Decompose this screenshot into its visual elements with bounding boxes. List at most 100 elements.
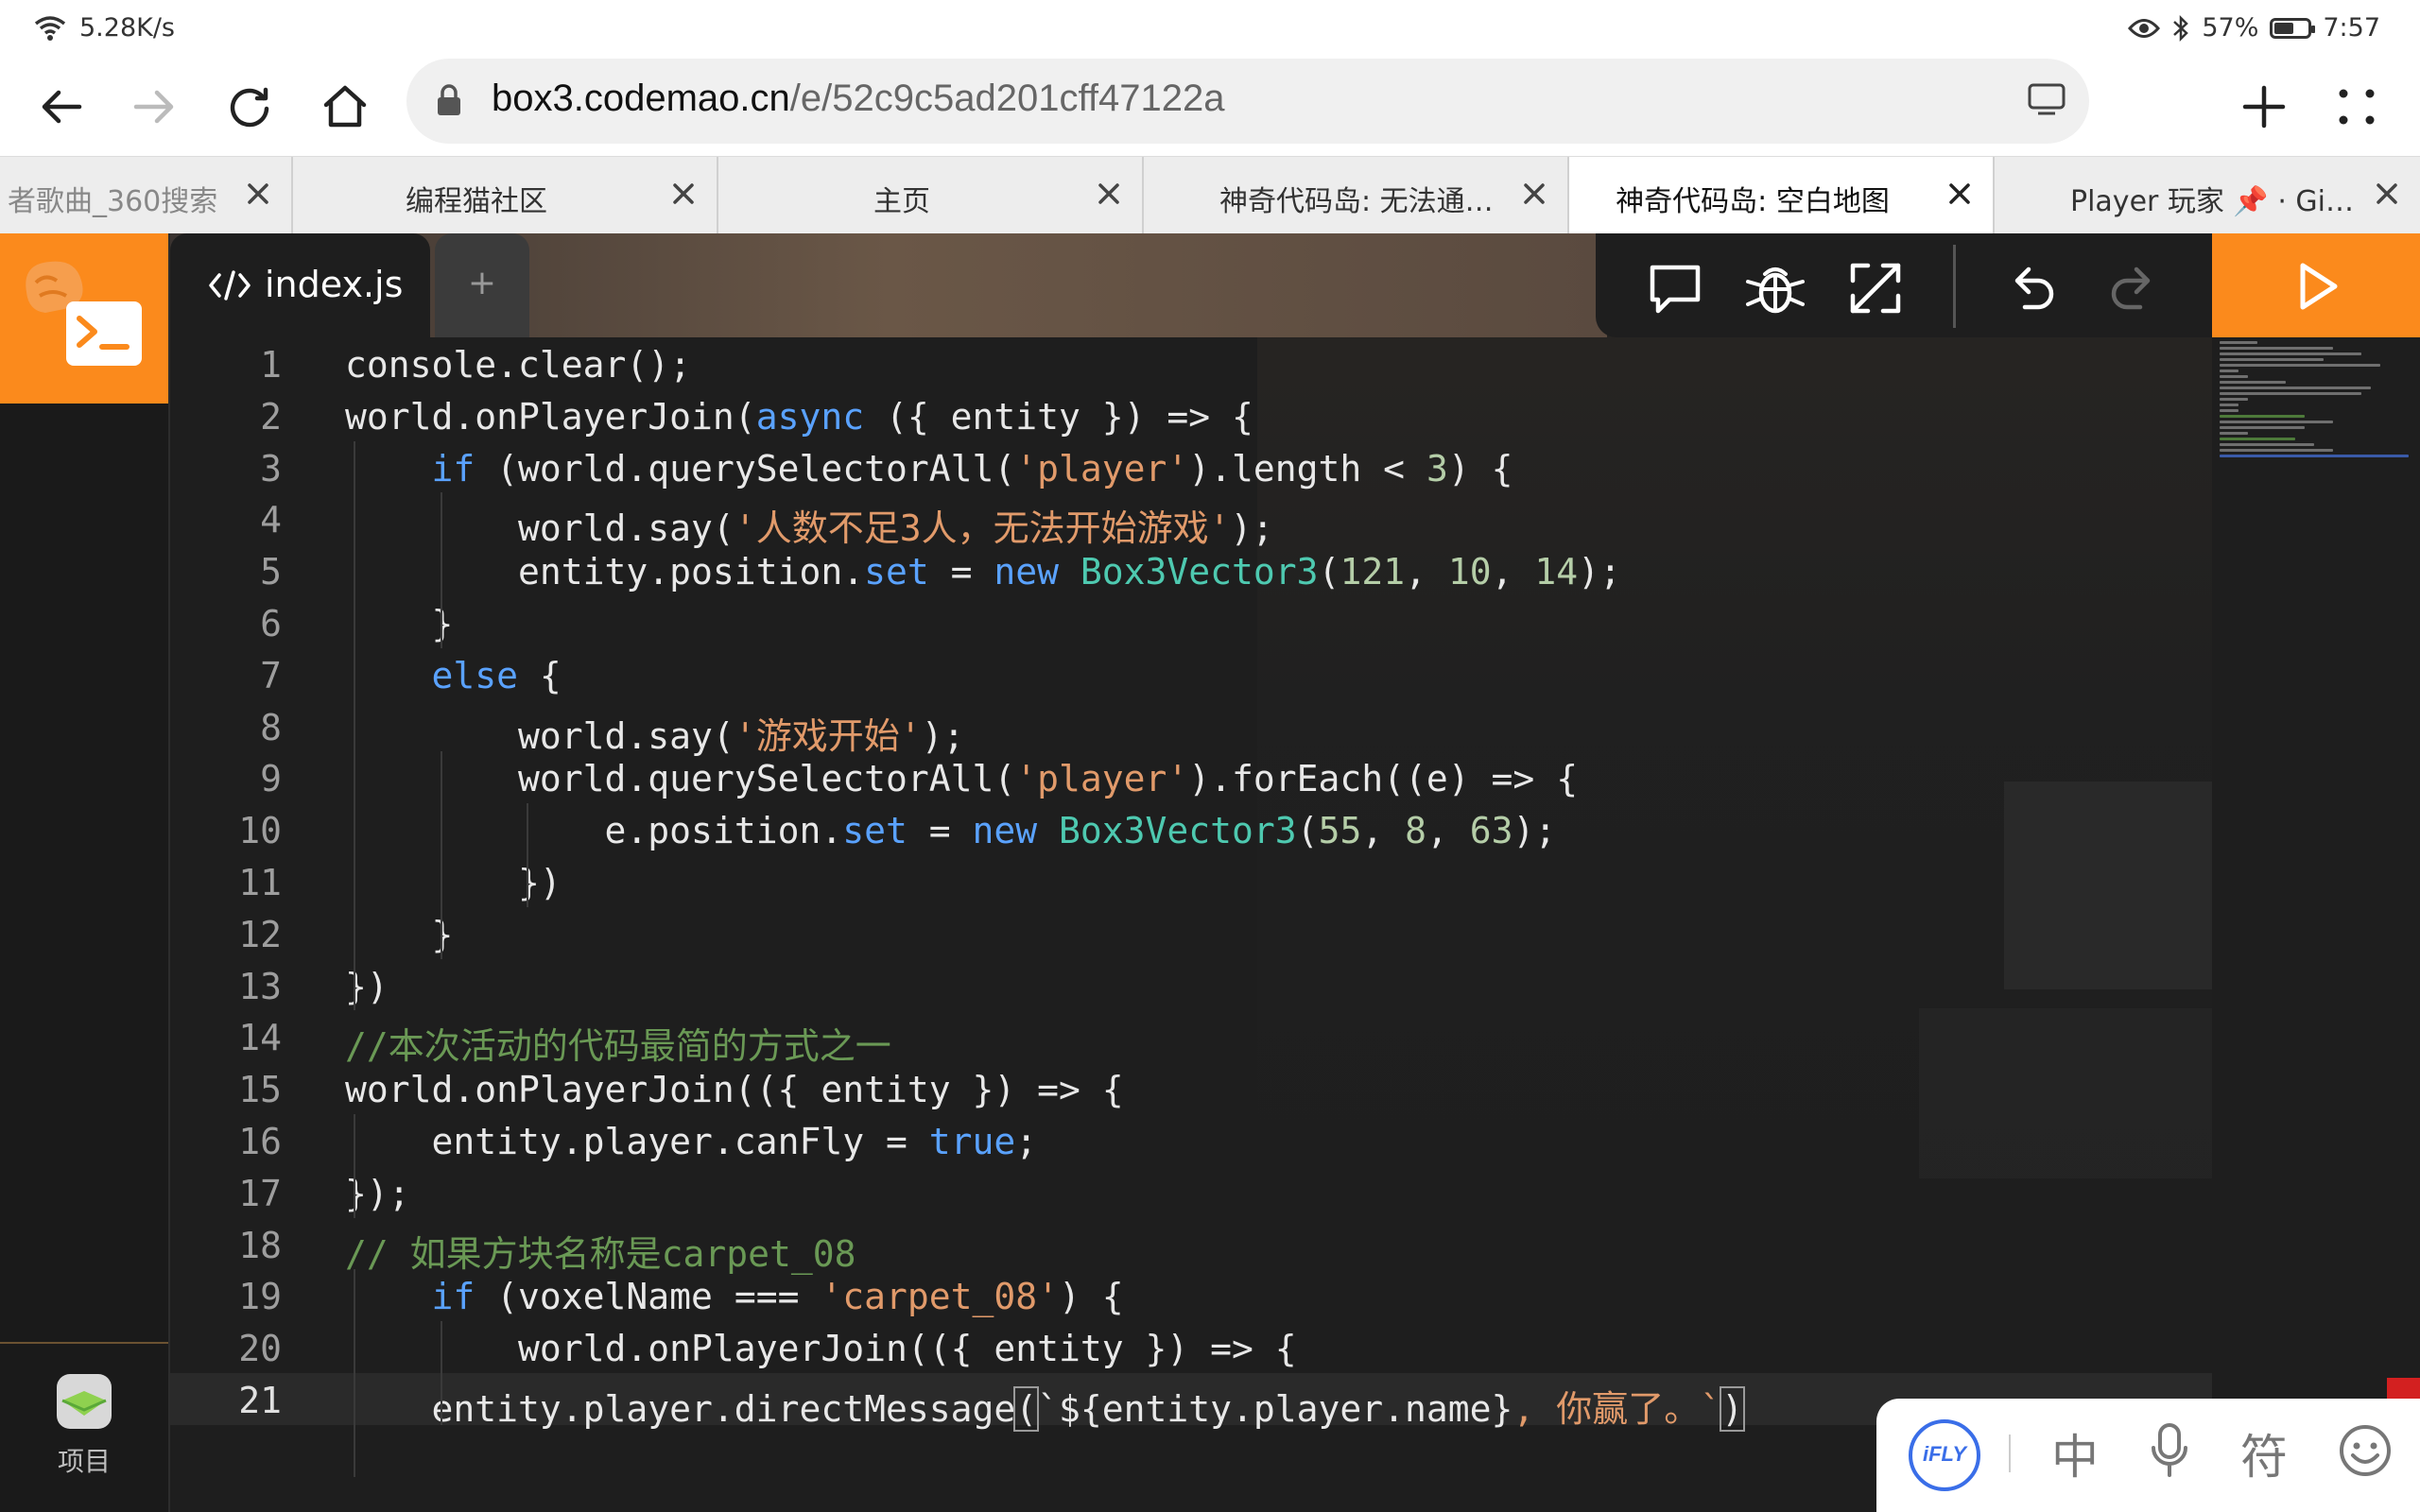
ifly-logo-button[interactable]: iFLY — [1909, 1419, 1980, 1491]
code-token: , — [1361, 810, 1406, 852]
code-token: ( — [1013, 1385, 1040, 1432]
tab-label: Player 玩家 📌 · GitBook — [2070, 185, 2354, 218]
code-token: } — [431, 602, 454, 644]
arrow-left-icon — [42, 90, 82, 124]
code-token: world.onPlayerJoin(({ entity }) => { — [518, 1328, 1297, 1370]
debug-button[interactable] — [1739, 252, 1811, 324]
fullscreen-button[interactable] — [1840, 252, 1911, 324]
console-icon — [66, 301, 142, 366]
code-token: world.onPlayerJoin(({ entity }) => { — [345, 1069, 1124, 1111]
line-number: 14 — [238, 1017, 282, 1059]
code-token: ); — [1230, 507, 1274, 550]
comment-button[interactable] — [1639, 252, 1711, 324]
line-code: } — [345, 602, 454, 644]
code-line[interactable]: 15 world.onPlayerJoin(({ entity }) => { — [170, 1062, 2212, 1114]
desktop-mode-icon[interactable] — [2027, 81, 2066, 117]
menu-dots-icon — [2339, 89, 2375, 125]
minimap-line — [2220, 404, 2238, 406]
ime-toolbar: iFLY 中 符 — [1876, 1399, 2420, 1512]
code-line[interactable]: 1 console.clear(); — [170, 337, 2212, 389]
line-number: 5 — [260, 551, 282, 593]
line-code: } — [345, 914, 454, 955]
code-token: console.clear(); — [345, 344, 692, 386]
code-line[interactable]: 18 // 如果方块名称是carpet_08 — [170, 1218, 2212, 1275]
close-icon[interactable] — [667, 178, 700, 210]
redo-button[interactable] — [2097, 252, 2169, 324]
code-line[interactable]: 8 world.say('游戏开始'); — [170, 700, 2212, 757]
code-line[interactable]: 13}) — [170, 959, 2212, 1011]
code-line[interactable]: 16 entity.player.canFly = true; — [170, 1114, 2212, 1166]
ime-emoji-button[interactable] — [2338, 1423, 2393, 1489]
menu-button[interactable] — [2324, 74, 2390, 140]
tab-2[interactable]: 主页 — [718, 157, 1144, 234]
back-button[interactable] — [28, 74, 95, 140]
project-button[interactable] — [0, 1342, 168, 1512]
tab-5[interactable]: Player 玩家 📌 · GitBook — [1995, 157, 2420, 234]
code-line[interactable]: 14 //本次活动的代码最简的方式之一 — [170, 1010, 2212, 1067]
indent-guide — [354, 440, 356, 1011]
tab-0[interactable]: 者歌曲_360搜索 — [0, 157, 293, 234]
close-icon[interactable] — [1093, 178, 1125, 210]
forward-button[interactable] — [121, 74, 187, 140]
code-token: 'carpet_08' — [821, 1276, 1059, 1318]
code-token: 'player' — [1015, 447, 1189, 490]
code-line[interactable]: 2 world.onPlayerJoin(async ({ entity }) =… — [170, 389, 2212, 441]
code-line[interactable]: 6 } — [170, 596, 2212, 648]
undo-button[interactable] — [1996, 252, 2068, 324]
run-button[interactable] — [2212, 233, 2420, 337]
close-icon[interactable] — [242, 178, 274, 210]
code-line[interactable]: 4 world.say('人数不足3人，无法开始游戏'); — [170, 492, 2212, 549]
code-minimap[interactable] — [2212, 337, 2420, 1512]
minimap-line — [2220, 449, 2333, 452]
close-icon[interactable] — [2371, 178, 2403, 210]
brand-panel[interactable] — [0, 233, 168, 404]
code-line[interactable]: 19 if (voxelName === 'carpet_08') { — [170, 1269, 2212, 1321]
ime-chinese-mode[interactable]: 中 — [2051, 1419, 2099, 1487]
browser-toolbar: box3.codemao.cn/e/52c9c5ad201cff47122a — [0, 57, 2420, 156]
line-number: 15 — [238, 1069, 282, 1111]
code-token: entity.position. — [518, 551, 865, 593]
code-area[interactable]: 1 console.clear(); 2 world.onPlayerJoin(asy… — [170, 337, 2212, 1477]
ime-voice-button[interactable] — [2151, 1423, 2188, 1489]
line-code: entity.player.directMessage(`${entity.pl… — [345, 1380, 1745, 1432]
code-token: new — [994, 551, 1059, 593]
code-token: entity.player.directMessage — [431, 1387, 1016, 1430]
close-icon[interactable] — [1944, 178, 1976, 210]
new-tab-button[interactable] — [2231, 74, 2297, 140]
code-line[interactable]: 17}); — [170, 1166, 2212, 1218]
indent-guide — [440, 492, 442, 648]
file-tab-index-js[interactable]: index.js — [170, 233, 430, 337]
tab-4-active[interactable]: 神奇代码岛: 空白地图 — [1569, 157, 1995, 234]
tab-label: 编程猫社区 — [406, 185, 547, 218]
tab-3[interactable]: 神奇代码岛: 无法通过审核 — [1144, 157, 1569, 234]
tab-1[interactable]: 编程猫社区 — [293, 157, 718, 234]
line-number: 3 — [260, 447, 282, 490]
code-token: 121 — [1340, 551, 1406, 593]
indent-guide — [440, 751, 442, 959]
minimap-line — [2220, 426, 2305, 429]
reload-button[interactable] — [216, 74, 283, 140]
code-line[interactable]: 3 if (world.querySelectorAll('player').l… — [170, 441, 2212, 493]
home-button[interactable] — [312, 74, 378, 140]
code-line[interactable]: 10 e.position.set = new Box3Vector3(55, … — [170, 803, 2212, 855]
ime-symbol-button[interactable]: 符 — [2240, 1419, 2288, 1487]
code-line[interactable]: 12 } — [170, 907, 2212, 959]
url-bar[interactable]: box3.codemao.cn/e/52c9c5ad201cff47122a — [406, 59, 2089, 144]
line-code: world.onPlayerJoin(({ entity }) => { — [345, 1328, 1297, 1369]
close-icon[interactable] — [1518, 178, 1550, 210]
code-line[interactable]: 11 }) — [170, 855, 2212, 907]
code-line[interactable]: 7 else { — [170, 648, 2212, 700]
code-line[interactable]: 5 entity.position.set = new Box3Vector3(… — [170, 544, 2212, 596]
code-token: //本次活动的代码最简的方式之一 — [345, 1025, 891, 1068]
line-number: 10 — [238, 810, 282, 852]
code-line[interactable]: 20 world.onPlayerJoin(({ entity }) => { — [170, 1321, 2212, 1373]
tab-label: 神奇代码岛: 空白地图 — [1616, 185, 1890, 218]
code-line[interactable]: 9 world.querySelectorAll('player').forEa… — [170, 751, 2212, 803]
add-file-button[interactable]: + — [435, 233, 529, 337]
reload-icon — [230, 87, 269, 128]
